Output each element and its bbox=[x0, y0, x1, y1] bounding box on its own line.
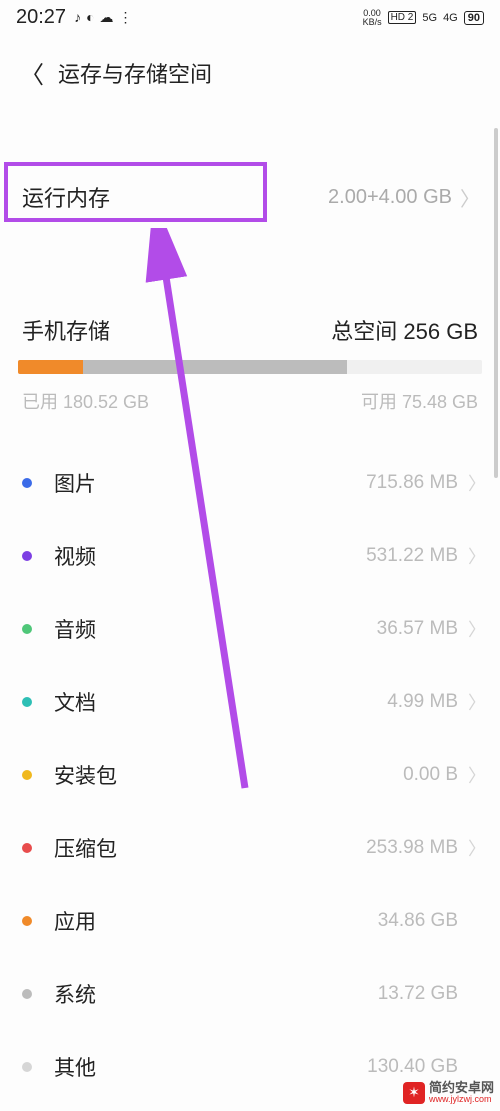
category-label: 图片 bbox=[54, 468, 366, 498]
category-value: 0.00 B bbox=[403, 764, 458, 786]
category-row[interactable]: 音频36.57 MB 〉 bbox=[0, 592, 500, 665]
category-dot-icon bbox=[22, 989, 32, 999]
chevron-right-icon: 〉 bbox=[468, 689, 480, 715]
category-dot-icon bbox=[22, 551, 32, 561]
ram-row[interactable]: 运行内存 2.00+4.00 GB 〉 bbox=[0, 162, 500, 232]
status-left: 20:27 ♪ ◐ ☁ ⋮ bbox=[16, 6, 133, 29]
category-label: 安装包 bbox=[54, 760, 403, 790]
category-row[interactable]: 图片715.86 MB 〉 bbox=[0, 446, 500, 519]
hd-icon: HD 2 bbox=[388, 11, 417, 24]
chevron-right-icon: 〉 bbox=[468, 835, 480, 861]
category-row[interactable]: 文档4.99 MB 〉 bbox=[0, 665, 500, 738]
storage-title: 手机存储 bbox=[22, 314, 110, 346]
status-time: 20:27 bbox=[16, 6, 66, 29]
watermark-title: 简约安卓网 bbox=[429, 1081, 494, 1095]
moon-icon: ◐ bbox=[86, 9, 94, 26]
storage-total: 总空间 256 GB bbox=[331, 314, 478, 346]
storage-progress-bar bbox=[18, 360, 482, 374]
music-icon: ♪ bbox=[74, 9, 81, 26]
more-icon: ⋮ bbox=[119, 9, 133, 26]
progress-segment-apps bbox=[18, 360, 83, 374]
category-dot-icon bbox=[22, 1062, 32, 1072]
category-value: 34.86 GB bbox=[378, 910, 458, 932]
category-dot-icon bbox=[22, 478, 32, 488]
category-label: 压缩包 bbox=[54, 833, 366, 863]
progress-segment-free bbox=[347, 360, 482, 374]
storage-used: 已用 180.52 GB bbox=[22, 388, 149, 414]
category-value: 253.98 MB bbox=[366, 837, 458, 859]
category-value: 130.40 GB bbox=[367, 1056, 458, 1078]
signal-5g: 5G bbox=[422, 12, 437, 24]
category-label: 视频 bbox=[54, 541, 366, 571]
category-label: 应用 bbox=[54, 906, 378, 936]
storage-free: 可用 75.48 GB bbox=[361, 388, 478, 414]
chevron-right-icon: 〉 bbox=[468, 470, 480, 496]
chevron-right-icon: 〉 bbox=[468, 543, 480, 569]
category-row: 系统13.72 GB bbox=[0, 957, 500, 1030]
ram-label: 运行内存 bbox=[22, 181, 110, 213]
category-dot-icon bbox=[22, 697, 32, 707]
category-value: 715.86 MB bbox=[366, 472, 458, 494]
category-dot-icon bbox=[22, 843, 32, 853]
chevron-right-icon: 〉 bbox=[468, 762, 480, 788]
back-icon[interactable]: 〈 bbox=[20, 55, 44, 90]
category-dot-icon bbox=[22, 624, 32, 634]
watermark-url: www.jylzwj.com bbox=[429, 1095, 494, 1105]
category-row[interactable]: 安装包0.00 B 〉 bbox=[0, 738, 500, 811]
ram-value: 2.00+4.00 GB bbox=[328, 186, 452, 209]
category-label: 其他 bbox=[54, 1052, 367, 1082]
progress-segment-other bbox=[83, 360, 347, 374]
chevron-right-icon: 〉 bbox=[468, 616, 480, 642]
category-value: 13.72 GB bbox=[378, 983, 458, 1005]
android-icon: ✶ bbox=[403, 1082, 425, 1104]
storage-header: 手机存储 总空间 256 GB bbox=[0, 314, 500, 346]
category-label: 音频 bbox=[54, 614, 377, 644]
category-row[interactable]: 压缩包253.98 MB 〉 bbox=[0, 811, 500, 884]
signal-4g: 4G bbox=[443, 12, 458, 24]
category-row: 应用34.86 GB bbox=[0, 884, 500, 957]
status-right: 0.00KB/s HD 2 5G 4G 90 bbox=[363, 9, 484, 27]
battery-icon: 90 bbox=[464, 11, 484, 25]
page-header: 〈 运存与存储空间 bbox=[0, 33, 500, 100]
data-rate: 0.00KB/s bbox=[363, 9, 382, 27]
category-label: 系统 bbox=[54, 979, 378, 1009]
watermark: ✶ 简约安卓网 www.jylzwj.com bbox=[403, 1081, 494, 1105]
category-dot-icon bbox=[22, 916, 32, 926]
storage-usage-line: 已用 180.52 GB 可用 75.48 GB bbox=[0, 384, 500, 422]
chevron-right-icon: 〉 bbox=[460, 183, 480, 212]
category-list: 图片715.86 MB〉视频531.22 MB〉音频36.57 MB〉文档4.9… bbox=[0, 446, 500, 1103]
category-value: 36.57 MB bbox=[377, 618, 458, 640]
category-row[interactable]: 视频531.22 MB 〉 bbox=[0, 519, 500, 592]
category-label: 文档 bbox=[54, 687, 387, 717]
category-value: 531.22 MB bbox=[366, 545, 458, 567]
cloud-icon: ☁ bbox=[100, 9, 114, 26]
category-dot-icon bbox=[22, 770, 32, 780]
scrollbar-handle[interactable] bbox=[494, 128, 498, 478]
status-bar: 20:27 ♪ ◐ ☁ ⋮ 0.00KB/s HD 2 5G 4G 90 bbox=[0, 0, 500, 33]
category-value: 4.99 MB bbox=[387, 691, 458, 713]
status-app-icons: ♪ ◐ ☁ ⋮ bbox=[74, 9, 132, 26]
page-title: 运存与存储空间 bbox=[58, 57, 212, 89]
